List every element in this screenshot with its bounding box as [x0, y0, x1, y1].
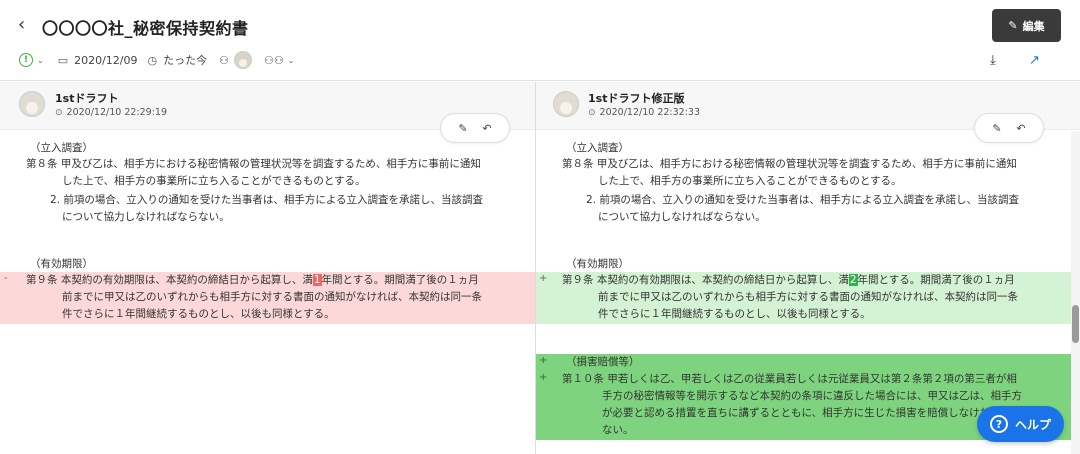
- section-heading: （有効期限）: [566, 258, 629, 270]
- added-line: 手方の秘密情報等を開示するなど本契約の条項に違反した場合には、甲又は乙は、相手方: [602, 390, 1022, 402]
- updated-time: たった今: [163, 54, 208, 67]
- added-heading: （損害賠償等）: [566, 356, 640, 368]
- right-version-name: 1stドラフト修正版: [588, 92, 685, 105]
- clause-line: した上で、相手方の事業所に立ち入ることができるものとする。: [598, 175, 902, 187]
- right-author-avatar: [553, 91, 579, 117]
- changed-line: 件でさらに１年間継続するものとし、以後も同様とする。: [598, 308, 871, 320]
- clause-line: 2. 前項の場合、立入りの通知を受けた当事者は、相手方による立入調査を承諾し、当…: [50, 194, 484, 206]
- left-document-pane[interactable]: （立入調査） 第８条 甲及び乙は、相手方における秘密情報の管理状況等を調査するた…: [0, 131, 535, 454]
- status-icon[interactable]: !: [19, 53, 33, 67]
- clock-icon: ◷: [147, 53, 158, 67]
- document-title: 〇〇〇〇社_秘密保持契約書: [42, 19, 249, 38]
- reply-icon[interactable]: ↶: [482, 122, 491, 135]
- clause-line: した上で、相手方の事業所に立ち入ることができるものとする。: [62, 175, 366, 187]
- added-line: が必要と認める措置を直ちに講ずるとともに、相手方に生じた損害を賠償しなければなら: [602, 407, 1022, 419]
- edit-label: 編集: [1022, 19, 1045, 33]
- clause-line: について協力しなければならない。: [598, 211, 766, 223]
- added-text: 2: [848, 274, 858, 286]
- section-heading: （有効期限）: [30, 258, 93, 270]
- left-author-avatar: [19, 91, 45, 117]
- reply-icon[interactable]: ↶: [1016, 122, 1025, 135]
- people-icon[interactable]: ⚇⚇: [264, 54, 284, 67]
- status-chevron-icon[interactable]: ⌄: [37, 56, 44, 65]
- clause-line: 第８条 甲及び乙は、相手方における秘密情報の管理状況等を調査するため、相手方に事…: [26, 158, 481, 170]
- diff-marker: +: [539, 273, 548, 284]
- annotate-icon[interactable]: ✎: [458, 122, 467, 135]
- clause-line: 第８条 甲及び乙は、相手方における秘密情報の管理状況等を調査するため、相手方に事…: [562, 158, 1017, 170]
- people-chevron-icon[interactable]: ⌄: [288, 56, 295, 65]
- added-line: ない。: [602, 424, 634, 436]
- clause-line: 2. 前項の場合、立入りの通知を受けた当事者は、相手方による立入調査を承諾し、当…: [586, 194, 1020, 206]
- changed-line: 第９条 本契約の有効期限は、本契約の締結日から起算し、満1年間とする。期間満了後…: [26, 274, 479, 286]
- clause-line: について協力しなければならない。: [62, 211, 230, 223]
- document-date: 2020/12/09: [74, 53, 138, 67]
- changed-line: 前までに甲又は乙のいずれからも相手方に対する書面の通知がなければ、本契約は同一条: [62, 291, 482, 303]
- external-link-icon[interactable]: ↗: [1029, 53, 1040, 68]
- scrollbar-track[interactable]: [1071, 131, 1080, 454]
- diff-marker: -: [4, 273, 8, 284]
- help-button[interactable]: ? ヘルプ: [977, 406, 1064, 442]
- calendar-icon: ▭: [57, 53, 69, 67]
- diff-marker: +: [539, 372, 548, 383]
- changed-line: 前までに甲又は乙のいずれからも相手方に対する書面の通知がなければ、本契約は同一条: [598, 291, 1018, 303]
- edit-icon: ✎: [1008, 19, 1018, 32]
- left-toolbar: ✎ ↶: [440, 113, 510, 143]
- section-heading: （立入調査）: [566, 142, 629, 154]
- download-icon[interactable]: ⤓: [990, 53, 996, 68]
- left-version-time: ⊙ 2020/12/10 22:29:19: [55, 107, 167, 118]
- left-version-name: 1stドラフト: [55, 92, 119, 105]
- section-heading: （立入調査）: [30, 142, 93, 154]
- meta-bar: ! ⌄ ▭ 2020/12/09 ◷ たった今 ⚇ ⚇⚇ ⌄: [19, 51, 294, 69]
- person-icon: ⚇: [219, 53, 229, 67]
- changed-block: + 第９条 本契約の有効期限は、本契約の締結日から起算し、満2年間とする。期間満…: [536, 272, 1071, 324]
- diff-marker: +: [539, 355, 548, 366]
- right-toolbar: ✎ ↶: [974, 113, 1044, 143]
- changed-line: 件でさらに１年間継続するものとし、以後も同様とする。: [62, 308, 335, 320]
- added-line: 第１０条 甲若しくは乙、甲若しくは乙の従業員若しくは元従業員又は第２条第２項の第…: [562, 373, 1017, 385]
- document-header: ‹ 〇〇〇〇社_秘密保持契約書 ✎ 編集 ! ⌄ ▭ 2020/12/09 ◷ …: [0, 0, 1080, 81]
- annotate-icon[interactable]: ✎: [992, 122, 1001, 135]
- scrollbar-thumb[interactable]: [1072, 305, 1079, 343]
- deleted-block: - 第９条 本契約の有効期限は、本契約の締結日から起算し、満1年間とする。期間満…: [0, 272, 535, 324]
- pin-icon: ⊙: [588, 108, 596, 118]
- pin-icon: ⊙: [55, 108, 63, 118]
- edit-button[interactable]: ✎ 編集: [992, 9, 1061, 42]
- help-label: ヘルプ: [1014, 417, 1051, 432]
- right-version-time: ⊙ 2020/12/10 22:32:33: [588, 107, 700, 118]
- deleted-text: 1: [312, 274, 322, 286]
- help-icon: ?: [989, 415, 1008, 433]
- back-chevron-icon[interactable]: ‹: [18, 14, 25, 35]
- owner-avatar[interactable]: [234, 51, 252, 69]
- changed-line: 第９条 本契約の有効期限は、本契約の締結日から起算し、満2年間とする。期間満了後…: [562, 274, 1015, 286]
